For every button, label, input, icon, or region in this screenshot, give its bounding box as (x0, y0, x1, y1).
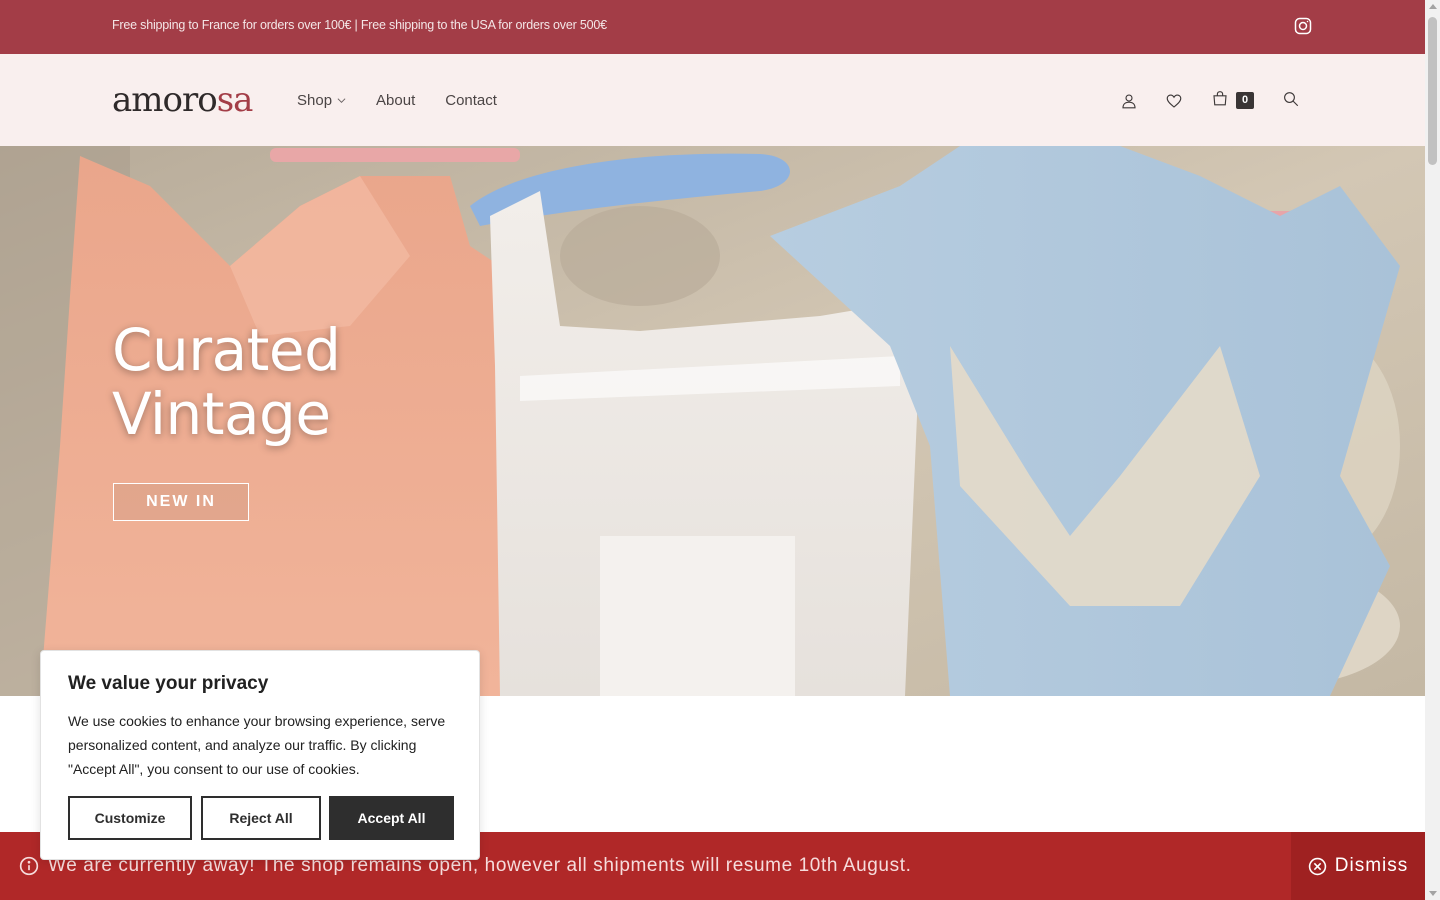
scroll-up-arrow-icon[interactable] (1429, 4, 1437, 9)
cart-icon[interactable] (1211, 89, 1229, 107)
dismiss-label: Dismiss (1334, 855, 1409, 876)
dismiss-button[interactable]: Dismiss (1291, 832, 1425, 900)
page-scrollbar[interactable] (1425, 0, 1440, 900)
chevron-down-icon (337, 98, 346, 104)
top-bar: Free shipping to France for orders over … (0, 0, 1425, 54)
nav-label-shop: Shop (297, 92, 333, 109)
accept-all-button[interactable]: Accept All (329, 796, 454, 840)
site-header: amorosa Shop About Contact 0 (0, 54, 1425, 146)
hero-title-line2: Vintage (112, 380, 331, 448)
logo-main-text: amoro (112, 80, 218, 120)
scroll-down-arrow-icon[interactable] (1429, 891, 1437, 896)
logo-accent-text: sa (216, 80, 254, 120)
info-icon (19, 856, 39, 876)
hero-banner: Curated Vintage NEW IN (0, 146, 1425, 696)
cart-count-badge: 0 (1236, 92, 1254, 109)
shipping-promo-text: Free shipping to France for orders over … (112, 18, 607, 32)
site-logo[interactable]: amorosa (112, 80, 254, 120)
instagram-icon[interactable] (1293, 16, 1313, 36)
nav-item-shop[interactable]: Shop (297, 92, 346, 109)
main-nav: Shop About Contact (297, 92, 497, 109)
cookie-consent-dialog: We value your privacy We use cookies to … (40, 650, 480, 860)
hero-title: Curated Vintage (112, 316, 341, 448)
cookie-title: We value your privacy (68, 673, 269, 694)
hero-title-line1: Curated (112, 316, 341, 384)
new-in-button[interactable]: NEW IN (113, 483, 249, 521)
close-circle-icon (1308, 857, 1326, 875)
cookie-description: We use cookies to enhance your browsing … (68, 713, 446, 777)
nav-item-about[interactable]: About (376, 92, 415, 109)
customize-button[interactable]: Customize (68, 796, 192, 840)
user-icon[interactable] (1120, 92, 1138, 110)
page: Free shipping to France for orders over … (0, 0, 1425, 900)
scrollbar-thumb[interactable] (1428, 17, 1437, 165)
reject-all-button[interactable]: Reject All (201, 796, 321, 840)
nav-label-contact: Contact (445, 92, 497, 109)
nav-item-contact[interactable]: Contact (445, 92, 497, 109)
search-icon[interactable] (1282, 90, 1300, 108)
heart-icon[interactable] (1165, 92, 1183, 110)
nav-label-about: About (376, 92, 416, 109)
